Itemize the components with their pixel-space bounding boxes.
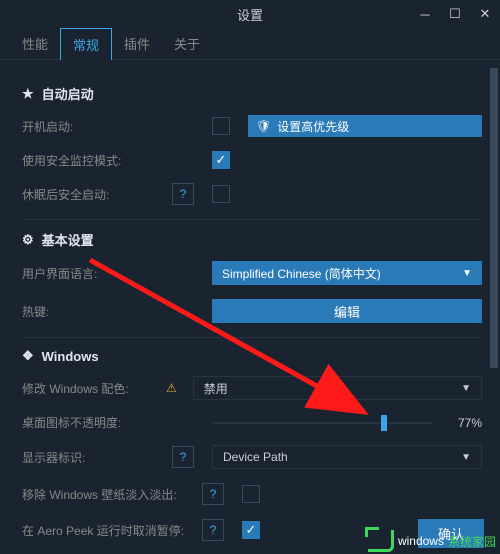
slider-track[interactable] xyxy=(212,422,432,424)
row-hotkey: 热键: 编辑 xyxy=(22,299,482,323)
label-boot-start: 开机启动: xyxy=(22,118,172,135)
row-win-color: 修改 Windows 配色: ⚠ 禁用 ▼ xyxy=(22,376,482,400)
chevron-down-icon: ▼ xyxy=(462,268,472,279)
watermark: windows 系统家园 xyxy=(368,530,496,552)
maximize-button[interactable]: ☐ xyxy=(440,0,470,28)
checkbox-aero-pause[interactable]: ✓ xyxy=(242,521,260,539)
checkbox-hibernate-safe[interactable] xyxy=(212,185,230,203)
section-autostart: ★ 自动启动 xyxy=(22,84,482,103)
minimize-button[interactable]: ─ xyxy=(410,0,440,28)
row-icon-opacity: 桌面图标不透明度: 77% xyxy=(22,414,482,431)
help-remove-fade[interactable]: ? xyxy=(202,483,224,505)
content-area: ★ 自动启动 开机启动: 🛡 设置高优先级 使用安全监控模式: ✓ 休眠后安全启… xyxy=(0,60,500,554)
divider xyxy=(22,337,482,338)
slider-value: 77% xyxy=(446,416,482,430)
label-monitor-id: 显示器标识: xyxy=(22,449,172,466)
section-windows: ❖ Windows xyxy=(22,348,482,364)
label-win-color: 修改 Windows 配色: xyxy=(22,380,172,397)
row-boot-start: 开机启动: 🛡 设置高优先级 xyxy=(22,115,482,137)
help-hibernate-safe[interactable]: ? xyxy=(172,183,194,205)
tab-performance[interactable]: 性能 xyxy=(10,28,60,59)
select-ui-lang[interactable]: Simplified Chinese (简体中文) ▼ xyxy=(212,261,482,285)
chevron-down-icon: ▼ xyxy=(461,383,471,394)
slider-thumb[interactable] xyxy=(381,415,387,431)
row-hibernate-safe: 休眠后安全启动: ? xyxy=(22,183,482,205)
star-icon: ★ xyxy=(22,86,34,102)
scrollbar[interactable] xyxy=(490,28,498,508)
section-basic: ⚙ 基本设置 xyxy=(22,230,482,249)
help-aero-pause[interactable]: ? xyxy=(202,519,224,541)
watermark-logo-icon xyxy=(368,530,394,552)
shield-icon: 🛡 xyxy=(256,119,271,133)
row-monitor-id: 显示器标识: ? Device Path ▼ xyxy=(22,445,482,469)
priority-tag[interactable]: 🛡 设置高优先级 xyxy=(248,115,482,137)
close-button[interactable]: ✕ xyxy=(470,0,500,28)
tab-about[interactable]: 关于 xyxy=(162,28,212,59)
tabbar: 性能 常规 插件 关于 xyxy=(0,28,500,60)
help-monitor-id[interactable]: ? xyxy=(172,446,194,468)
select-monitor-id[interactable]: Device Path ▼ xyxy=(212,445,482,469)
divider xyxy=(22,219,482,220)
select-win-color[interactable]: 禁用 ▼ xyxy=(193,376,482,400)
label-ui-lang: 用户界面语言: xyxy=(22,265,172,282)
label-aero-pause: 在 Aero Peek 运行时取消暂停: xyxy=(22,522,202,539)
label-hotkey: 热键: xyxy=(22,303,172,320)
warning-icon: ⚠ xyxy=(166,381,177,395)
settings-window: 设置 ─ ☐ ✕ 性能 常规 插件 关于 ★ 自动启动 开机启动: 🛡 设置高优… xyxy=(0,0,500,554)
window-title: 设置 xyxy=(237,5,263,24)
windows-icon: ❖ xyxy=(22,348,34,364)
titlebar-controls: ─ ☐ ✕ xyxy=(410,0,500,28)
tab-general[interactable]: 常规 xyxy=(60,28,112,60)
row-safe-monitor: 使用安全监控模式: ✓ xyxy=(22,151,482,169)
checkbox-remove-fade[interactable] xyxy=(242,485,260,503)
label-hibernate-safe: 休眠后安全启动: xyxy=(22,186,172,203)
slider-icon-opacity[interactable]: 77% xyxy=(212,416,482,430)
checkbox-safe-monitor[interactable]: ✓ xyxy=(212,151,230,169)
label-safe-monitor: 使用安全监控模式: xyxy=(22,152,172,169)
tab-plugins[interactable]: 插件 xyxy=(112,28,162,59)
button-edit-hotkey[interactable]: 编辑 xyxy=(212,299,482,323)
gear-icon: ⚙ xyxy=(22,232,34,248)
row-remove-fade: 移除 Windows 壁纸淡入淡出: ? xyxy=(22,483,482,505)
label-icon-opacity: 桌面图标不透明度: xyxy=(22,414,172,431)
label-remove-fade: 移除 Windows 壁纸淡入淡出: xyxy=(22,486,202,503)
scrollbar-thumb[interactable] xyxy=(490,68,498,368)
chevron-down-icon: ▼ xyxy=(461,452,471,463)
row-ui-lang: 用户界面语言: Simplified Chinese (简体中文) ▼ xyxy=(22,261,482,285)
titlebar: 设置 ─ ☐ ✕ xyxy=(0,0,500,28)
checkbox-boot-start[interactable] xyxy=(212,117,230,135)
